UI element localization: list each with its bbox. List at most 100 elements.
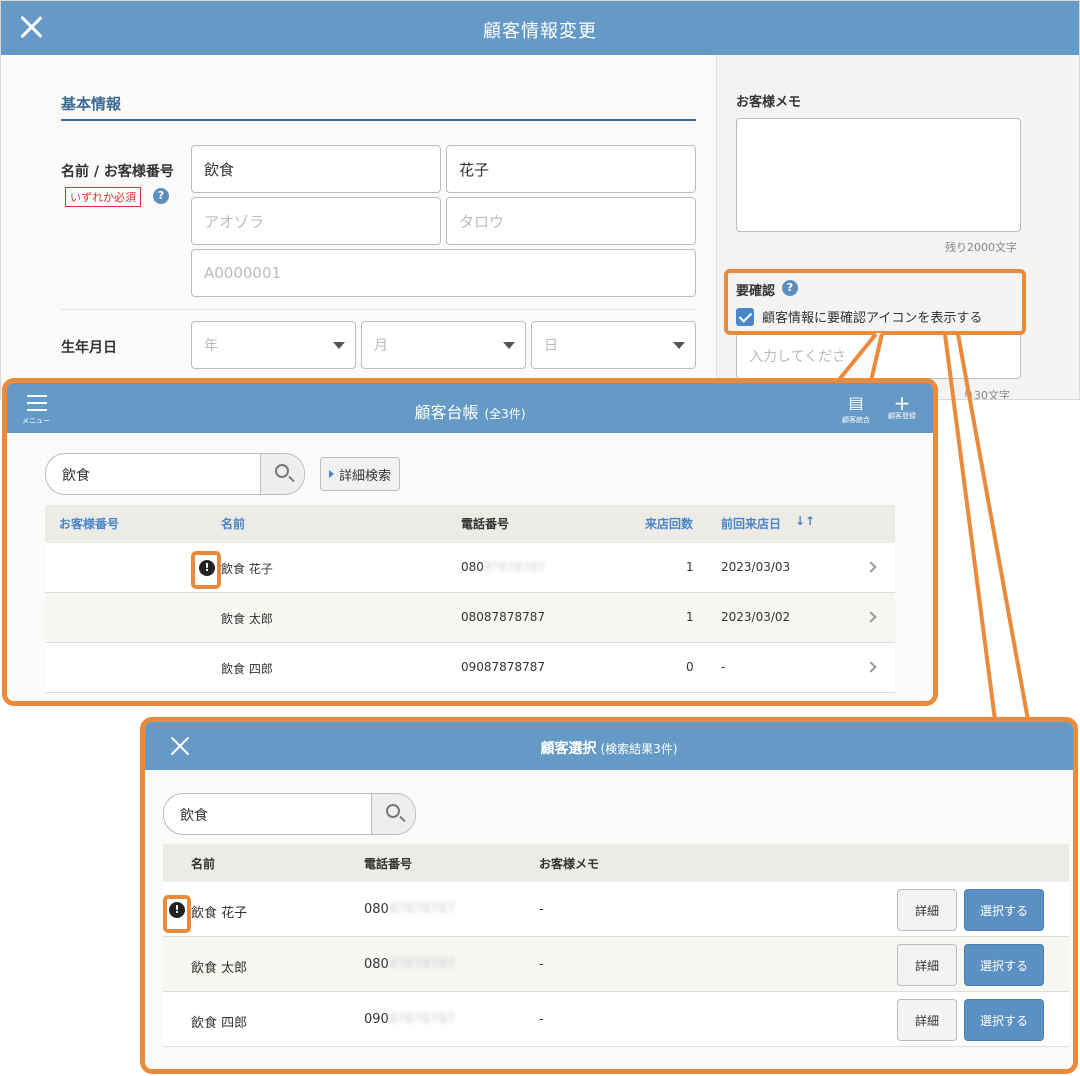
row-phone: 08087878787 <box>461 560 545 574</box>
advanced-search-label: 詳細検索 <box>339 468 392 484</box>
row-name: 飲食 花子 <box>221 562 273 576</box>
birth-month-placeholder: 月 <box>374 338 388 354</box>
select-search-button[interactable] <box>371 794 415 834</box>
row-phone-masked: 87878787 <box>388 902 455 917</box>
chevron-right-icon <box>865 611 877 623</box>
register-button[interactable]: + 顧客登録 <box>882 391 922 421</box>
select-button[interactable]: 選択する <box>964 944 1044 986</box>
row-visits: 0 <box>686 660 694 674</box>
name-label: 名前 / お客様番号 <box>61 164 174 180</box>
birth-month-select[interactable]: 月 <box>361 321 526 369</box>
row-memo: - <box>539 957 544 972</box>
customer-edit-panel: 顧客情報変更 基本情報 名前 / お客様番号 いずれか必須 ? 飲食 花子 アオ… <box>0 0 1080 400</box>
birth-year-placeholder: 年 <box>204 338 218 354</box>
chevron-right-icon <box>865 661 877 673</box>
detail-button[interactable]: 詳細 <box>897 944 957 986</box>
col-name[interactable]: 名前 <box>221 515 245 532</box>
col-memo: お客様メモ <box>539 857 600 871</box>
ledger-search-button[interactable] <box>260 454 304 494</box>
select-table-header: 名前 電話番号 お客様メモ <box>163 844 1069 882</box>
select-count: (検索結果3件) <box>600 742 678 756</box>
table-row[interactable]: ! 飲食 花子 08087878787 1 2023/03/03 <box>45 543 895 593</box>
col-name: 名前 <box>191 857 216 871</box>
ledger-count: (全3件) <box>484 407 526 421</box>
detail-button[interactable]: 詳細 <box>897 889 957 931</box>
row-name: 飲食 四郎 <box>221 662 273 676</box>
select-search-input[interactable]: 飲食 <box>180 805 208 825</box>
help-icon[interactable]: ? <box>153 188 169 204</box>
select-title-text: 顧客選択 <box>540 741 597 757</box>
advanced-search-button[interactable]: 詳細検索 <box>320 457 401 491</box>
ledger-title: 顧客台帳 (全3件) <box>7 399 933 423</box>
ledger-search[interactable]: 飲食 <box>45 453 305 495</box>
row-phone-masked: 87878787 <box>483 560 545 574</box>
customer-ledger-panel: メニュー 顧客台帳 (全3件) ▤ 顧客統合 + 顧客登録 飲食 詳細検索 お客様… <box>2 378 938 706</box>
section-title: 基本情報 <box>61 95 122 113</box>
memo-remaining: 残り2000文字 <box>945 241 1017 254</box>
row-phone: 08087878787 <box>364 902 455 917</box>
row-visits: 1 <box>686 610 694 624</box>
required-badge: いずれか必須 <box>65 187 141 207</box>
table-row[interactable]: 飲食 四郎 09087878787 0 - <box>45 643 895 693</box>
select-button[interactable]: 選択する <box>964 889 1044 931</box>
row-phone: 08087878787 <box>364 957 455 972</box>
select-header: 顧客選択 (検索結果3件) <box>145 722 1073 770</box>
table-row: ! 飲食 花子 08087878787 - 詳細 選択する <box>163 882 1069 937</box>
select-button[interactable]: 選択する <box>964 999 1044 1041</box>
chevron-down-icon <box>333 342 345 349</box>
customer-number-input[interactable]: A0000001 <box>191 249 696 297</box>
row-memo: - <box>539 1012 544 1027</box>
register-label: 顧客登録 <box>888 412 916 420</box>
warning-highlight <box>163 895 191 933</box>
edit-header: 顧客情報変更 <box>1 1 1079 55</box>
merge-label: 顧客統合 <box>842 416 870 424</box>
row-memo: - <box>539 902 544 917</box>
row-phone: 09087878787 <box>364 1012 455 1027</box>
plus-icon: + <box>893 391 911 415</box>
last-kana-input[interactable]: アオゾラ <box>191 197 441 245</box>
row-phone-prefix: 080 <box>461 560 484 574</box>
edit-title: 顧客情報変更 <box>483 21 597 42</box>
table-row: 飲食 四郎 09087878787 - 詳細 選択する <box>163 992 1069 1047</box>
select-search[interactable]: 飲食 <box>163 793 416 835</box>
memo-label: お客様メモ <box>736 95 802 110</box>
table-row[interactable]: 飲食 太郎 08087878787 1 2023/03/02 <box>45 593 895 643</box>
id-card-icon: ▤ <box>848 393 864 412</box>
confirm-highlight <box>724 269 1026 335</box>
row-phone: 08087878787 <box>461 610 545 624</box>
col-phone: 電話番号 <box>461 517 510 531</box>
search-icon <box>386 804 400 818</box>
merge-button[interactable]: ▤ 顧客統合 <box>836 395 876 425</box>
customer-select-panel: 顧客選択 (検索結果3件) 飲食 名前 電話番号 お客様メモ ! 飲食 花子 08… <box>140 717 1078 1074</box>
col-last-visit[interactable]: 前回来店日 <box>721 515 781 532</box>
last-name-input[interactable]: 飲食 <box>191 145 441 193</box>
sort-icon[interactable]: ↓↑ <box>795 514 815 528</box>
col-customer-number[interactable]: お客様番号 <box>59 515 119 532</box>
row-name: 飲食 太郎 <box>191 961 248 976</box>
row-name: 飲食 花子 <box>191 906 248 921</box>
search-icon <box>275 464 289 478</box>
ledger-search-input[interactable]: 飲食 <box>62 465 90 485</box>
row-phone-prefix: 090 <box>364 1012 389 1027</box>
memo-textarea[interactable] <box>736 118 1021 232</box>
row-phone: 09087878787 <box>461 660 545 674</box>
row-divider <box>61 309 696 310</box>
row-last-visit: 2023/03/03 <box>721 560 791 574</box>
table-row: 飲食 太郎 08087878787 - 詳細 選択する <box>163 937 1069 992</box>
birth-day-select[interactable]: 日 <box>531 321 696 369</box>
row-last-visit: - <box>721 660 726 674</box>
birth-year-select[interactable]: 年 <box>191 321 356 369</box>
row-phone-masked: 87878787 <box>388 957 455 972</box>
row-visits: 1 <box>686 560 694 574</box>
detail-button[interactable]: 詳細 <box>897 999 957 1041</box>
row-phone-prefix: 080 <box>364 957 389 972</box>
chevron-right-icon <box>865 561 877 573</box>
col-visits[interactable]: 来店回数 <box>645 515 693 532</box>
first-name-input[interactable]: 花子 <box>446 145 696 193</box>
caret-right-icon <box>329 470 334 478</box>
confirm-reason-input[interactable]: 入力してくださ <box>736 333 1021 379</box>
row-phone-prefix: 080 <box>364 902 389 917</box>
confirm-remaining: り30文字 <box>963 389 1010 400</box>
first-kana-input[interactable]: タロウ <box>446 197 696 245</box>
row-phone-masked: 87878787 <box>388 1012 455 1027</box>
